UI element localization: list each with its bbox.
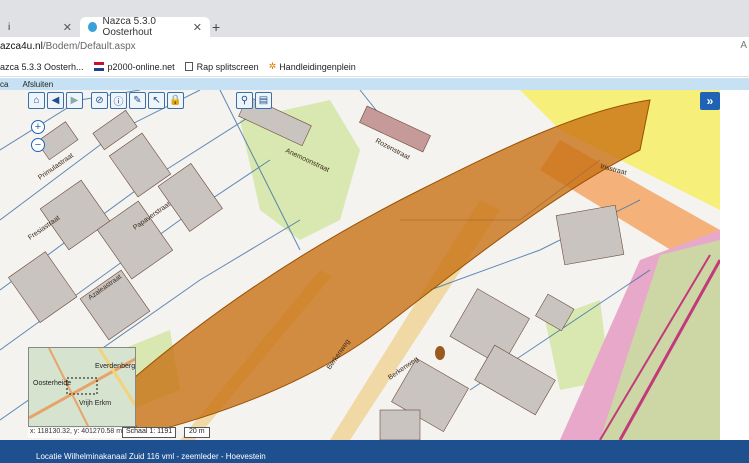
close-icon[interactable]: ✕ xyxy=(63,21,72,34)
bookmarks-bar: azca 5.3.3 Oosterh... p2000-online.net R… xyxy=(0,57,749,77)
cancel-icon[interactable]: ⊘ xyxy=(91,92,108,109)
address-bar[interactable]: azca4u.nl/Bodem/Default.aspx A xyxy=(0,37,749,57)
ruler-icon[interactable]: ✎ xyxy=(129,92,146,109)
overview-label: Everdenberg xyxy=(95,363,136,370)
arrow-left-icon[interactable]: ◀ xyxy=(47,92,64,109)
bookmark-label: azca 5.3.3 Oosterh... xyxy=(0,61,84,72)
zoom-out-button[interactable]: − xyxy=(31,138,45,152)
browser-tab[interactable]: i ✕ xyxy=(0,17,80,37)
menu-item[interactable]: ca xyxy=(0,80,8,89)
coordinate-readout: x: 118130.32, y: 401270.58 m xyxy=(28,428,125,438)
url-text[interactable]: azca4u.nl/Bodem/Default.aspx xyxy=(0,41,136,52)
select-pointer-icon[interactable]: ↖ xyxy=(148,92,165,109)
lock-icon[interactable]: 🔒 xyxy=(167,92,184,109)
browser-tabstrip: i ✕ Nazca 5.3.0 Oosterhout ✕ + xyxy=(0,0,749,38)
plus-icon[interactable]: + xyxy=(212,19,220,35)
browser-tab-active[interactable]: Nazca 5.3.0 Oosterhout ✕ xyxy=(80,16,210,38)
scale-bar: 20 m xyxy=(184,427,210,438)
bookmark-item[interactable]: Rap splitscreen xyxy=(184,61,259,72)
overview-map[interactable]: Oosterheide Everdenberg Vrijh Erkm xyxy=(28,347,136,427)
bookmark-label: Handleidingenplein xyxy=(279,61,356,72)
tab-label: Nazca 5.3.0 Oosterhout xyxy=(102,16,156,38)
menu-item-afsluiten[interactable]: Afsluiten xyxy=(22,80,53,89)
info-icon[interactable]: ⓘ xyxy=(110,92,127,109)
overview-label: Oosterheide xyxy=(33,380,72,387)
status-bar: Locatie Wilhelminakanaal Zuid 116 vml - … xyxy=(0,440,749,463)
bookmark-label: Rap splitscreen xyxy=(196,61,259,72)
app-menu-bar: ca Afsluiten xyxy=(0,78,749,90)
bookmark-item[interactable]: azca 5.3.3 Oosterh... xyxy=(0,62,84,72)
map-toolbar: ⌂ ◀ ▶ ⊘ ⓘ ✎ ↖ 🔒 xyxy=(28,92,184,110)
binoculars-icon[interactable]: ⚲ xyxy=(236,92,253,109)
arrow-right-icon[interactable]: ▶ xyxy=(66,92,83,109)
overview-label: Vrijh Erkm xyxy=(79,400,112,407)
close-icon[interactable]: ✕ xyxy=(193,21,202,34)
url-path: /Bodem/Default.aspx xyxy=(42,41,136,52)
bookmark-item[interactable]: p2000-online.net xyxy=(93,61,175,72)
print-preview-icon[interactable]: ▤ xyxy=(255,92,272,109)
star-icon: ✲ xyxy=(268,61,277,71)
bookmark-item[interactable]: ✲ Handleidingenplein xyxy=(269,61,356,72)
right-panel-strip xyxy=(720,90,749,440)
status-text: Locatie Wilhelminakanaal Zuid 116 vml - … xyxy=(36,452,266,461)
overview-svg xyxy=(29,348,135,426)
favicon-icon xyxy=(88,22,97,32)
zoom-in-button[interactable]: + xyxy=(31,120,45,134)
collapse-panel-button[interactable]: » xyxy=(700,92,720,110)
home-icon[interactable]: ⌂ xyxy=(28,92,45,109)
scale-display: Schaal 1: 1191 xyxy=(122,427,177,438)
bookmark-label: p2000-online.net xyxy=(107,61,175,72)
url-host: azca4u.nl xyxy=(0,41,43,52)
flag-icon xyxy=(93,62,104,71)
document-icon xyxy=(184,62,193,71)
reader-mode-icon[interactable]: A xyxy=(740,40,747,51)
tab-label: i xyxy=(8,21,11,33)
